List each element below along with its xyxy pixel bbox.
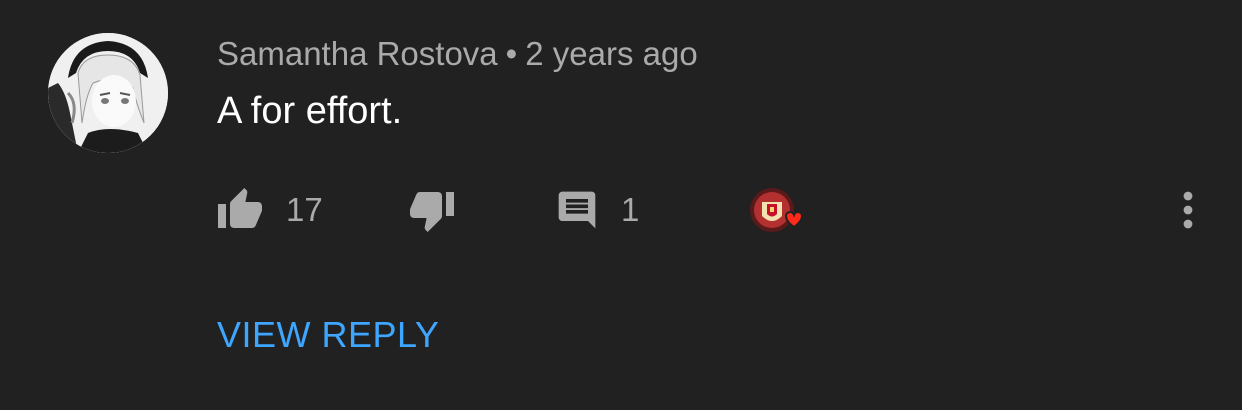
avatar[interactable]	[48, 33, 168, 153]
more-vertical-icon	[1183, 191, 1193, 229]
more-actions-button[interactable]	[1172, 180, 1204, 240]
comment-thread: Samantha Rostova • 2 years ago A for effor…	[0, 0, 1242, 410]
thumbs-down-icon	[410, 192, 454, 232]
reply-count: 1	[621, 191, 640, 228]
creator-heart-icon	[750, 188, 804, 232]
like-button[interactable]: 17	[216, 180, 323, 240]
author-name[interactable]: Samantha Rostova	[217, 35, 498, 72]
like-count: 17	[286, 191, 323, 228]
reply-button[interactable]: 1	[555, 180, 639, 240]
meta-separator: •	[505, 35, 518, 72]
avatar-image	[48, 33, 168, 153]
view-reply-link[interactable]: VIEW REPLY	[217, 312, 439, 358]
comment-icon	[558, 191, 596, 229]
dislike-button[interactable]	[408, 180, 456, 240]
comment-timestamp[interactable]: 2 years ago	[525, 35, 697, 72]
creator-heart	[748, 184, 808, 244]
comment-actions: 17 1	[0, 180, 1242, 240]
comment-text: A for effort.	[217, 90, 403, 132]
thumbs-up-icon	[218, 188, 262, 228]
comment-meta: Samantha Rostova • 2 years ago	[217, 34, 698, 74]
